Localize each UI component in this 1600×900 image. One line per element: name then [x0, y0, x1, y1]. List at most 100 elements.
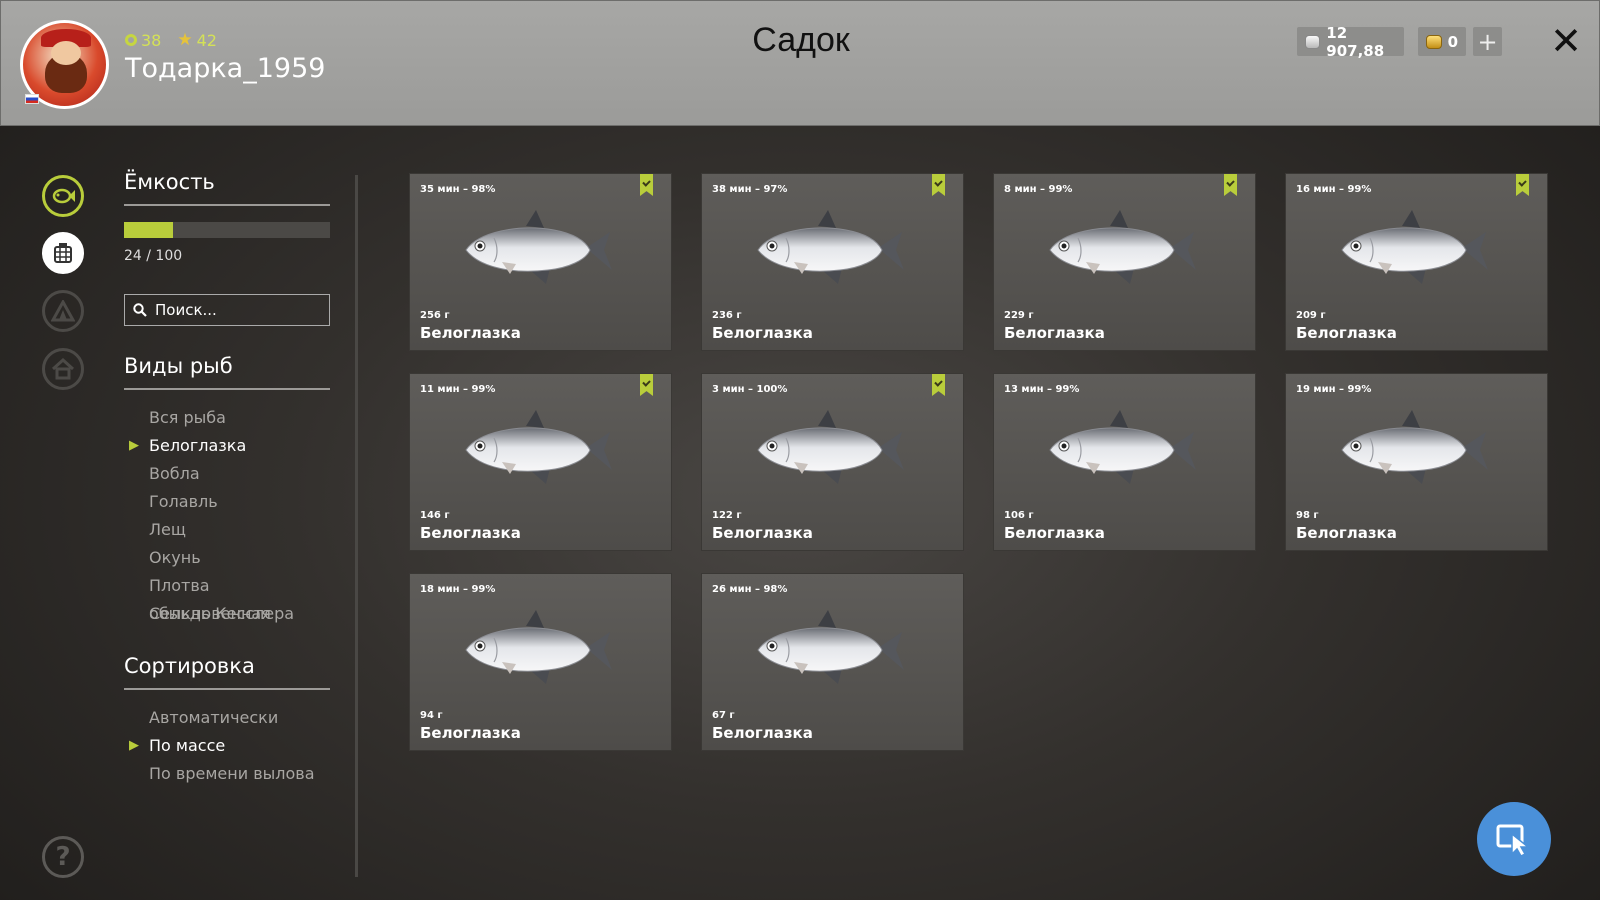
fish-card[interactable]: 18 мин – 99% 94 г Белоглазка	[410, 574, 671, 750]
capacity-bar	[124, 222, 330, 238]
catch-time-freshness: 13 мин – 99%	[1004, 384, 1080, 395]
fish-name: Белоглазка	[712, 524, 813, 542]
gold-value: 0	[1447, 32, 1458, 51]
fish-card[interactable]: 26 мин – 98% 67 г Белоглазка	[702, 574, 963, 750]
species-list: Вся рыба ▶ Белоглазка Вобла Голавль Лещ Окунь П…	[124, 404, 330, 628]
fish-weight: 98 г	[1296, 510, 1319, 521]
fish-image	[1042, 404, 1202, 494]
bookmark-icon[interactable]	[1224, 174, 1237, 196]
fish-weight: 106 г	[1004, 510, 1034, 521]
fish-name: Белоглазка	[712, 324, 813, 342]
fish-name: Белоглазка	[1296, 324, 1397, 342]
fish-card[interactable]: 13 мин – 99% 106 г Белоглазка	[994, 374, 1255, 550]
sort-item-label: По времени вылова	[149, 764, 315, 783]
filter-panel: Ёмкость 24 / 100 Поиск... Виды рыб Вся р…	[124, 170, 330, 788]
catch-time-freshness: 8 мин – 99%	[1004, 184, 1073, 195]
fish-name: Белоглазка	[1296, 524, 1397, 542]
fish-weight: 256 г	[420, 310, 450, 321]
fish-image	[1334, 204, 1494, 294]
bookmark-icon[interactable]	[932, 174, 945, 196]
silver-value: 12 907,88	[1326, 23, 1385, 60]
fish-image	[750, 204, 910, 294]
fish-name: Белоглазка	[420, 324, 521, 342]
sorting-title: Сортировка	[124, 654, 330, 690]
catch-time-freshness: 3 мин – 100%	[712, 384, 788, 395]
species-item[interactable]: Голавль	[124, 488, 330, 516]
species-item-label: Сельдь Кесслера	[149, 604, 295, 623]
header-bar: 38 ★ 42 Тодарка_1959 Садок 12 907,88 0 +…	[0, 0, 1600, 126]
fish-name: Белоглазка	[1004, 524, 1105, 542]
fish-card[interactable]: 38 мин – 97% 236 г Белоглазка	[702, 174, 963, 350]
species-item-label: Белоглазка	[149, 436, 247, 455]
bookmark-icon[interactable]	[640, 374, 653, 396]
species-title: Виды рыб	[124, 354, 330, 390]
catch-time-freshness: 11 мин – 99%	[420, 384, 496, 395]
catch-time-freshness: 18 мин – 99%	[420, 584, 496, 595]
species-item[interactable]: Вобла	[124, 460, 330, 488]
fish-weight: 67 г	[712, 710, 735, 721]
fish-card[interactable]: 16 мин – 99% 209 г Белоглазка	[1286, 174, 1547, 350]
fish-image	[1334, 404, 1494, 494]
fish-card[interactable]: 11 мин – 99% 146 г Белоглазка	[410, 374, 671, 550]
fish-image	[458, 604, 618, 694]
home-icon[interactable]	[42, 348, 84, 390]
selected-arrow-icon: ▶	[129, 738, 139, 753]
capacity-title: Ёмкость	[124, 170, 330, 206]
fish-weight: 229 г	[1004, 310, 1034, 321]
species-item[interactable]: Лещ	[124, 516, 330, 544]
fish-card[interactable]: 8 мин – 99% 229 г Белоглазка	[994, 174, 1255, 350]
species-item-label: Окунь	[149, 548, 201, 567]
sorting-list: Автоматически ▶ По массе По времени вылова	[124, 704, 330, 788]
species-item[interactable]: Окунь	[124, 544, 330, 572]
fish-name: Белоглазка	[712, 724, 813, 742]
fish-image	[458, 204, 618, 294]
sort-item[interactable]: ▶ По массе	[124, 732, 330, 760]
search-input[interactable]: Поиск...	[124, 294, 330, 326]
search-placeholder: Поиск...	[155, 301, 217, 319]
species-item[interactable]: Плотва обыкновенная	[124, 572, 330, 623]
fish-weight: 146 г	[420, 510, 450, 521]
selected-arrow-icon: ▶	[129, 438, 139, 453]
close-button[interactable]: ✕	[1546, 19, 1586, 63]
bookmark-icon[interactable]	[1516, 174, 1529, 196]
species-item-label: Голавль	[149, 492, 218, 511]
capacity-fill	[124, 222, 174, 238]
fish-weight: 94 г	[420, 710, 443, 721]
catch-time-freshness: 35 мин – 98%	[420, 184, 496, 195]
cursor-mode-button[interactable]	[1477, 802, 1551, 876]
sort-item[interactable]: По времени вылова	[124, 760, 330, 788]
catch-time-freshness: 16 мин – 99%	[1296, 184, 1372, 195]
fish-image	[750, 604, 910, 694]
catch-time-freshness: 26 мин – 98%	[712, 584, 788, 595]
fish-icon[interactable]	[42, 175, 84, 217]
catch-time-freshness: 38 мин – 97%	[712, 184, 788, 195]
tent-icon[interactable]	[42, 290, 84, 332]
fish-name: Белоглазка	[420, 524, 521, 542]
species-item[interactable]: Сельдь Кесслера	[124, 600, 330, 628]
help-icon[interactable]: ?	[42, 836, 84, 878]
fish-card[interactable]: 3 мин – 100% 122 г Белоглазка	[702, 374, 963, 550]
bookmark-icon[interactable]	[932, 374, 945, 396]
fish-image	[1042, 204, 1202, 294]
cursor-mode-icon	[1496, 824, 1531, 857]
gold-coin-icon	[1426, 34, 1442, 49]
add-currency-button[interactable]: +	[1473, 27, 1502, 56]
fish-image	[750, 404, 910, 494]
species-item[interactable]: ▶ Белоглазка	[124, 432, 330, 460]
bookmark-icon[interactable]	[640, 174, 653, 196]
panel-divider	[355, 175, 358, 877]
silver-balance: 12 907,88	[1297, 24, 1404, 60]
fish-card[interactable]: 35 мин – 98% 256 г Белоглазка	[410, 174, 671, 350]
silver-coin-icon	[1305, 34, 1321, 49]
fish-image	[458, 404, 618, 494]
search-icon	[133, 303, 147, 317]
fish-weight: 209 г	[1296, 310, 1326, 321]
fish-card[interactable]: 19 мин – 99% 98 г Белоглазка	[1286, 374, 1547, 550]
species-item[interactable]: Вся рыба	[124, 404, 330, 432]
species-item-label: Вобла	[149, 464, 200, 483]
fish-name: Белоглазка	[1004, 324, 1105, 342]
keepnet-icon[interactable]	[42, 232, 84, 274]
species-item-label: Вся рыба	[149, 408, 226, 427]
sort-item[interactable]: Автоматически	[124, 704, 330, 732]
fish-weight: 122 г	[712, 510, 742, 521]
